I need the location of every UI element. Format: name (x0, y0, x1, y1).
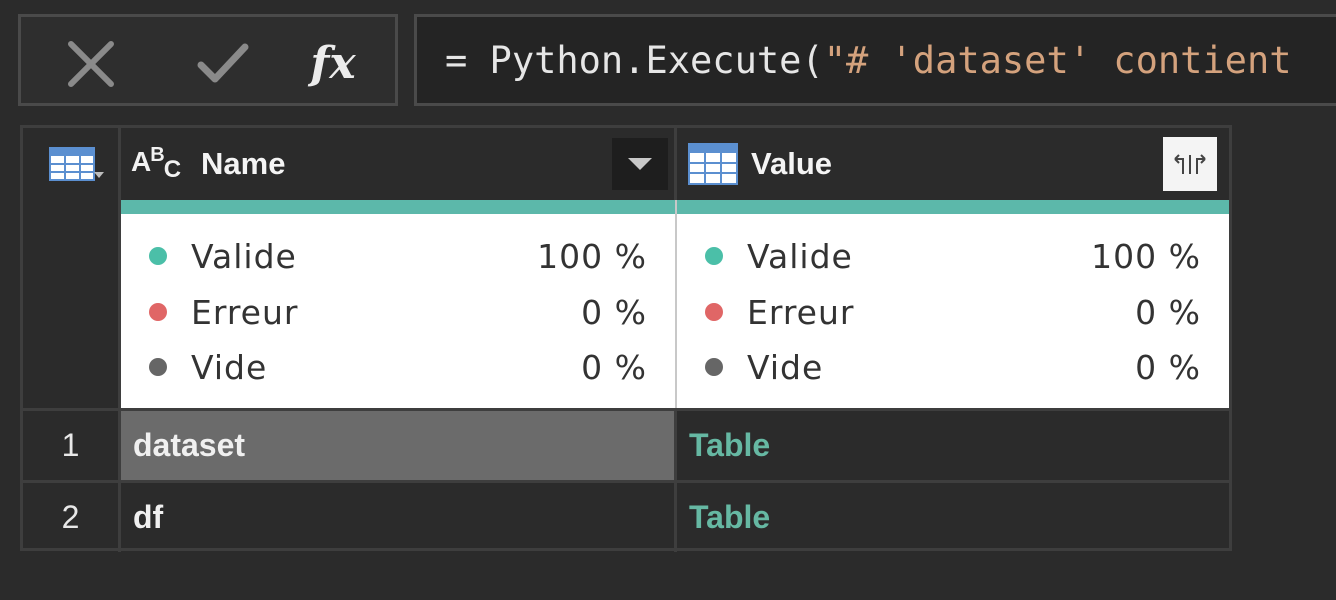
empty-dot-icon (705, 358, 723, 376)
function-icon: fx (310, 38, 356, 89)
insert-function-button[interactable]: fx (303, 39, 363, 89)
quality-empty: Vide 0 % (149, 343, 647, 391)
profile-row-header (23, 200, 121, 408)
quality-bar (677, 200, 1229, 214)
cancel-button[interactable] (61, 39, 121, 89)
expand-column-button[interactable] (1163, 137, 1217, 191)
table-cell-name[interactable]: dataset (121, 408, 677, 480)
close-icon (68, 41, 114, 87)
column-quality-name: Valide 100 % Erreur 0 % Vide 0 % (121, 200, 677, 408)
table-cell-value-link[interactable]: Table (677, 480, 1229, 552)
column-quality-value: Valide 100 % Erreur 0 % Vide 0 % (677, 200, 1229, 408)
row-number[interactable]: 1 (23, 408, 121, 480)
commit-button[interactable] (193, 39, 253, 89)
formula-text: = Python.Execute("# 'dataset' contient (445, 39, 1292, 82)
column-header-value[interactable]: Value (677, 128, 1229, 200)
table-cell-value-link[interactable]: Table (677, 408, 1229, 480)
table-type-icon[interactable] (687, 142, 739, 186)
empty-dot-icon (149, 358, 167, 376)
column-label-name: Name (201, 146, 286, 181)
formula-string: "# 'dataset' contient (823, 39, 1292, 82)
table-menu-icon (48, 147, 104, 181)
formula-prefix: = Python.Execute( (445, 39, 824, 82)
quality-valid: Valide 100 % (149, 232, 647, 280)
error-dot-icon (705, 303, 723, 321)
column-header-name[interactable]: ABC Name (121, 128, 677, 200)
column-filter-dropdown[interactable] (612, 138, 668, 190)
error-dot-icon (149, 303, 167, 321)
formula-bar-buttons: fx (18, 14, 398, 106)
table-cell-name[interactable]: df (121, 480, 677, 552)
row-number[interactable]: 2 (23, 480, 121, 552)
quality-valid: Valide 100 % (705, 232, 1201, 280)
quality-bar (121, 200, 675, 214)
table-menu-button[interactable] (23, 128, 121, 200)
data-grid: ABC Name Value Valide 100 % Erreur 0 % V… (20, 125, 1232, 552)
valid-dot-icon (149, 247, 167, 265)
quality-empty: Vide 0 % (705, 343, 1201, 391)
chevron-down-icon (628, 158, 652, 170)
column-label-value: Value (751, 146, 832, 181)
quality-error: Erreur 0 % (705, 288, 1201, 336)
expand-columns-icon (1174, 154, 1206, 174)
checkmark-icon (197, 43, 249, 83)
quality-error: Erreur 0 % (149, 288, 647, 336)
valid-dot-icon (705, 247, 723, 265)
power-query-editor: fx = Python.Execute("# 'dataset' contien… (0, 0, 1336, 600)
text-type-icon[interactable]: ABC (131, 144, 189, 184)
formula-input[interactable]: = Python.Execute("# 'dataset' contient (414, 14, 1336, 106)
